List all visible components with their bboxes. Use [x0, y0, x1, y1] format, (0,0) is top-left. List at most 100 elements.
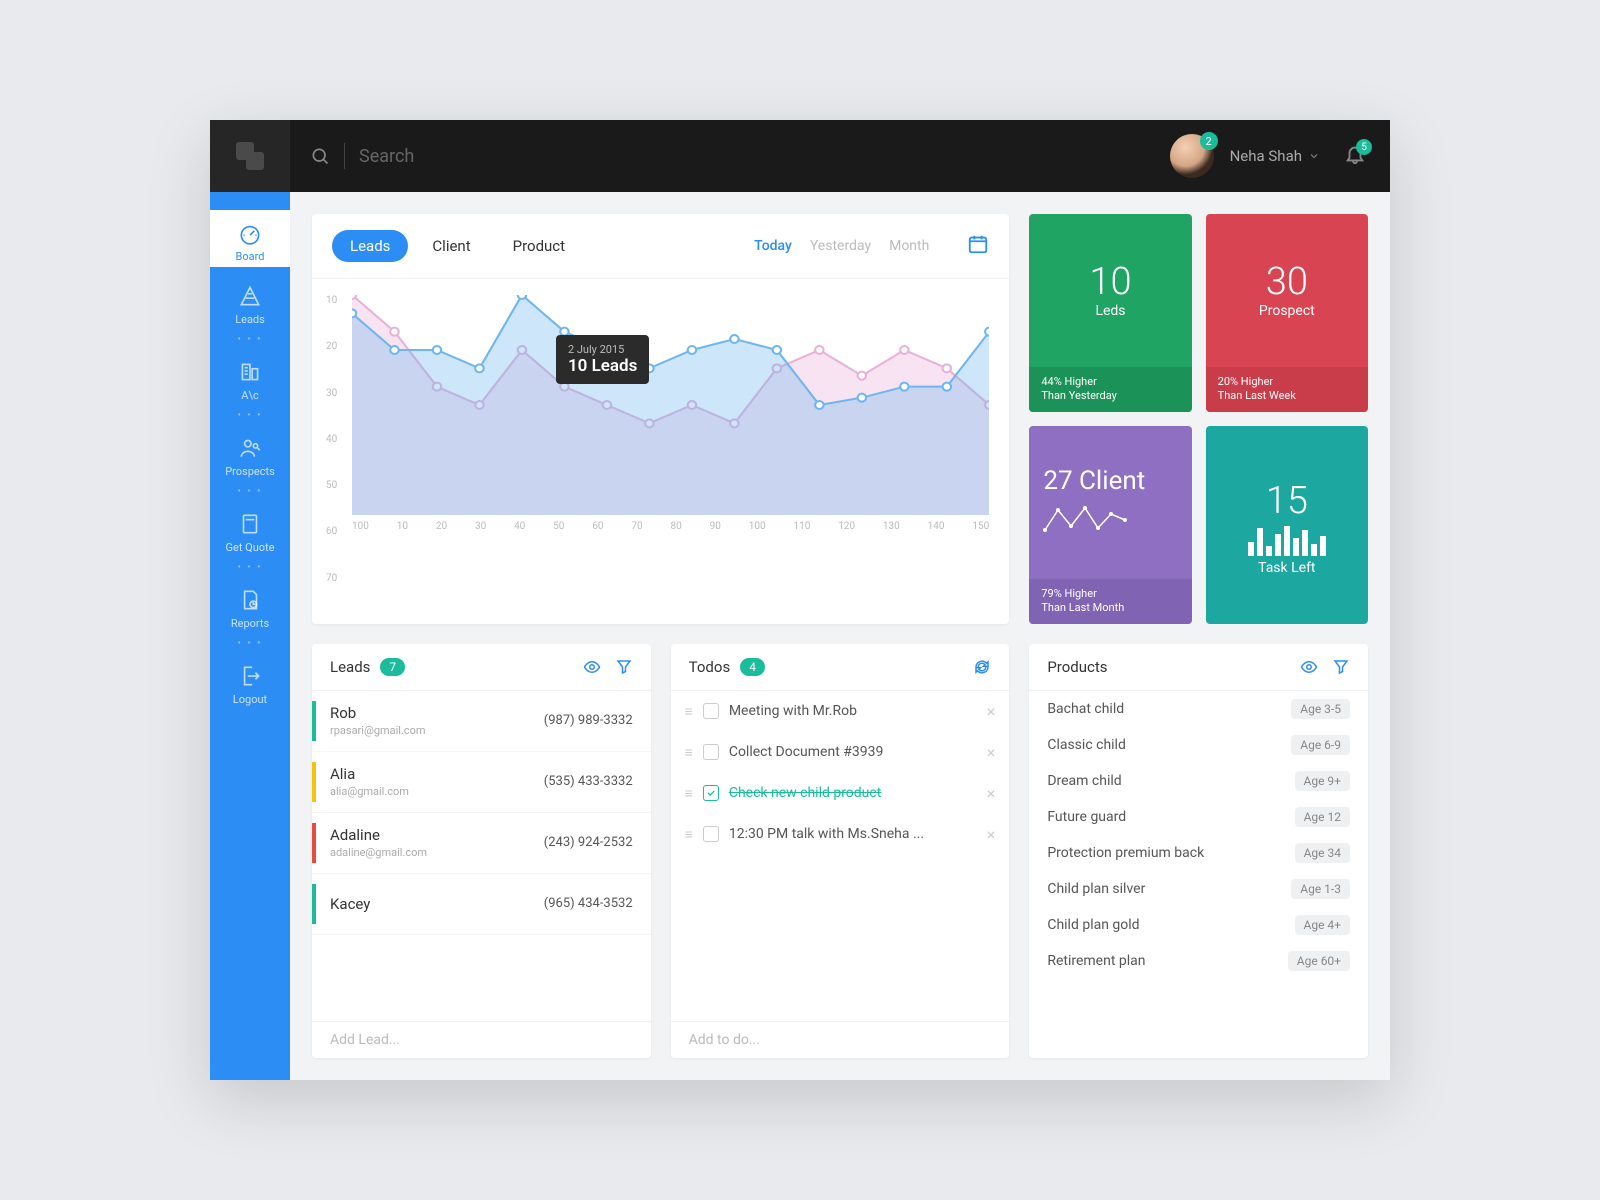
product-age-tag: Age 60+: [1288, 951, 1350, 971]
chart-plot: 2 July 2015 10 Leads: [352, 295, 989, 515]
stat-label: Leds: [1095, 303, 1125, 319]
products-header: Products: [1029, 644, 1368, 691]
product-item[interactable]: Dream child Age 9+: [1029, 763, 1368, 799]
stat-foot: 79% HigherThan Last Month: [1029, 579, 1191, 624]
product-name: Dream child: [1047, 773, 1294, 789]
nav-separator: • • •: [210, 558, 290, 577]
nav-label: Leads: [235, 313, 265, 326]
nav-label: Prospects: [225, 465, 275, 478]
todo-checkbox[interactable]: [703, 785, 719, 801]
lead-info: Alia alia@gmail.com: [330, 765, 544, 798]
lead-info: Kacey: [330, 895, 544, 913]
logout-icon: [237, 663, 263, 689]
products-actions: [1300, 658, 1350, 676]
filter-icon[interactable]: [1332, 658, 1350, 676]
lead-email: alia@gmail.com: [330, 785, 544, 798]
product-item[interactable]: Child plan silver Age 1-3: [1029, 871, 1368, 907]
user-search-icon: [237, 435, 263, 461]
tab-client[interactable]: Client: [414, 230, 488, 262]
lead-item[interactable]: Rob rpasari@gmail.com (987) 989-3332: [312, 691, 651, 752]
drag-handle-icon[interactable]: ≡: [685, 785, 693, 802]
search-icon: [310, 146, 330, 166]
close-icon[interactable]: ×: [987, 784, 996, 803]
filter-icon[interactable]: [615, 658, 633, 676]
leads-actions: [583, 658, 633, 676]
nav-label: Reports: [231, 617, 269, 630]
sidebar-item-board[interactable]: Board: [210, 210, 290, 267]
todo-text: 12:30 PM talk with Ms.Sneha ...: [729, 826, 977, 842]
nav-separator: • • •: [210, 330, 290, 349]
drag-handle-icon[interactable]: ≡: [685, 703, 693, 720]
nav-label: Logout: [233, 693, 267, 706]
stat-value: 15: [1266, 482, 1308, 520]
product-item[interactable]: Retirement plan Age 60+: [1029, 943, 1368, 979]
search-area: [290, 143, 1170, 169]
todo-item[interactable]: ≡ 12:30 PM talk with Ms.Sneha ... ×: [671, 814, 1010, 855]
calculator-icon: [237, 511, 263, 537]
product-item[interactable]: Child plan gold Age 4+: [1029, 907, 1368, 943]
mini-bar-chart-icon: [1248, 524, 1326, 556]
eye-icon[interactable]: [1300, 658, 1318, 676]
sidebar-item-ac[interactable]: A\c: [210, 349, 290, 406]
calendar-button[interactable]: [967, 233, 989, 259]
eye-icon[interactable]: [583, 658, 601, 676]
x-axis-ticks: 100102030405060708090100110120130140150: [352, 515, 989, 532]
sidebar-item-leads[interactable]: Leads: [210, 273, 290, 330]
product-item[interactable]: Future guard Age 12: [1029, 799, 1368, 835]
todo-text: Collect Document #3939: [729, 744, 977, 760]
todo-item[interactable]: ≡ Collect Document #3939 ×: [671, 732, 1010, 773]
range-today[interactable]: Today: [754, 238, 792, 254]
sidebar-item-prospects[interactable]: Prospects: [210, 425, 290, 482]
lead-item[interactable]: Alia alia@gmail.com (535) 433-3332: [312, 752, 651, 813]
add-todo-input[interactable]: Add to do...: [671, 1021, 1010, 1058]
sidebar-item-logout[interactable]: Logout: [210, 653, 290, 710]
tab-product[interactable]: Product: [495, 230, 583, 262]
lead-phone: (243) 924-2532: [544, 835, 633, 850]
tab-leads[interactable]: Leads: [332, 230, 408, 262]
product-item[interactable]: Classic child Age 6-9: [1029, 727, 1368, 763]
close-icon[interactable]: ×: [987, 702, 996, 721]
close-icon[interactable]: ×: [987, 743, 996, 762]
lead-email: rpasari@gmail.com: [330, 724, 544, 737]
chevron-down-icon: [1308, 150, 1320, 162]
products-panel: Products Bachat child Age 3-5Classic chi…: [1029, 644, 1368, 1059]
stat-card-3[interactable]: 15 Task Left: [1206, 426, 1368, 624]
user-name-label: Neha Shah: [1230, 147, 1302, 165]
range-tabs: Today Yesterday Month: [754, 233, 989, 259]
divider: [344, 143, 345, 169]
stat-card-0[interactable]: 10 Leds 44% HigherThan Yesterday: [1029, 214, 1191, 412]
lead-info: Rob rpasari@gmail.com: [330, 704, 544, 737]
product-age-tag: Age 6-9: [1291, 735, 1350, 755]
add-lead-input[interactable]: Add Lead...: [312, 1021, 651, 1058]
todo-item[interactable]: ≡ Check new child product ×: [671, 773, 1010, 814]
drag-handle-icon[interactable]: ≡: [685, 826, 693, 843]
topbar: 2 Neha Shah 5: [210, 120, 1390, 192]
app-window: 2 Neha Shah 5 BoardLeads• • •A\c• • •Pro…: [210, 120, 1390, 1080]
refresh-icon[interactable]: [973, 658, 991, 676]
search-input[interactable]: [359, 146, 659, 167]
todo-checkbox[interactable]: [703, 744, 719, 760]
sidebar-item-getquote[interactable]: Get Quote: [210, 501, 290, 558]
todo-checkbox[interactable]: [703, 703, 719, 719]
lead-item[interactable]: Kacey (965) 434-3532: [312, 874, 651, 935]
stat-card-2[interactable]: 27 Client 79% HigherThan Last Month: [1029, 426, 1191, 624]
chart-svg: [352, 295, 989, 515]
todos-header: Todos 4: [671, 644, 1010, 691]
stat-card-1[interactable]: 30 Prospect 20% HigherThan Last Week: [1206, 214, 1368, 412]
todo-item[interactable]: ≡ Meeting with Mr.Rob ×: [671, 691, 1010, 732]
close-icon[interactable]: ×: [987, 825, 996, 844]
product-item[interactable]: Bachat child Age 3-5: [1029, 691, 1368, 727]
user-menu[interactable]: Neha Shah: [1230, 147, 1320, 165]
avatar-wrap[interactable]: 2: [1170, 134, 1214, 178]
sidebar: BoardLeads• • •A\c• • •Prospects• • •Get…: [210, 192, 290, 1080]
todos-actions: [973, 658, 991, 676]
product-item[interactable]: Protection premium back Age 34: [1029, 835, 1368, 871]
drag-handle-icon[interactable]: ≡: [685, 744, 693, 761]
sidebar-item-reports[interactable]: Reports: [210, 577, 290, 634]
todo-checkbox[interactable]: [703, 826, 719, 842]
range-month[interactable]: Month: [889, 238, 929, 254]
range-yesterday[interactable]: Yesterday: [810, 238, 871, 254]
bell-badge: 5: [1356, 139, 1372, 155]
notifications-button[interactable]: 5: [1344, 143, 1366, 169]
lead-item[interactable]: Adaline adaline@gmail.com (243) 924-2532: [312, 813, 651, 874]
